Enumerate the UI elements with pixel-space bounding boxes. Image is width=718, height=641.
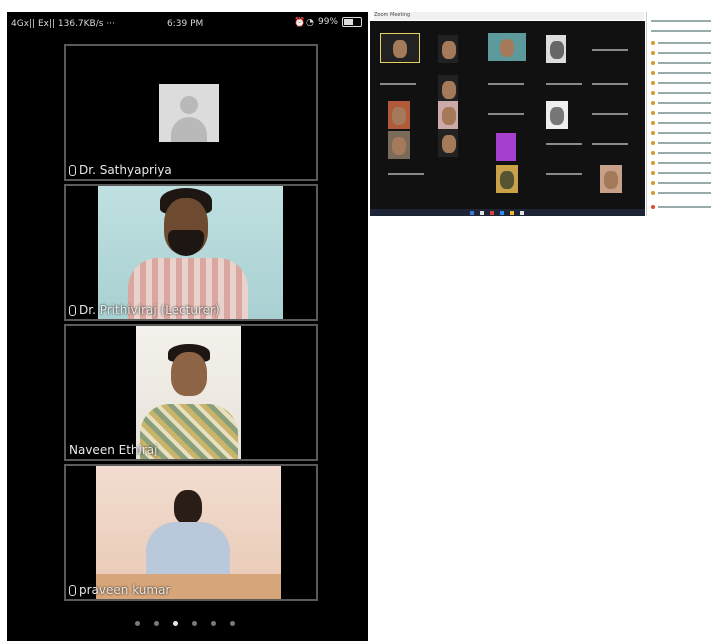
gallery-thumbnail[interactable] bbox=[496, 133, 516, 161]
phone-meeting-screen: 4Gx|| Ex|| 136.7KB/s ··· 6:39 PM ⏰ ◔ 99%… bbox=[7, 12, 368, 641]
page-dot-active[interactable] bbox=[173, 621, 178, 626]
app-icon[interactable] bbox=[510, 211, 514, 215]
network-status: 4Gx|| Ex|| 136.7KB/s ··· bbox=[11, 19, 115, 29]
gallery-thumbnail[interactable] bbox=[380, 33, 420, 63]
participant-list-item[interactable] bbox=[651, 50, 711, 55]
mic-icon bbox=[69, 164, 76, 176]
alarm-icon: ⏰ bbox=[293, 18, 306, 28]
participant-name: praveen kumar bbox=[69, 583, 170, 597]
participant-list-item[interactable] bbox=[651, 204, 711, 209]
participant-name: Dr. Sathyapriya bbox=[69, 163, 172, 177]
page-dot[interactable] bbox=[192, 621, 197, 626]
gallery-thumbnail[interactable] bbox=[496, 165, 518, 193]
status-time: 6:39 PM bbox=[167, 19, 204, 29]
participant-list-item[interactable] bbox=[651, 100, 711, 105]
page-dot[interactable] bbox=[211, 621, 216, 626]
video-feed bbox=[136, 326, 241, 459]
gallery-thumbnail[interactable] bbox=[488, 33, 526, 61]
participant-tile[interactable]: praveen kumar bbox=[64, 464, 318, 601]
participant-tile[interactable]: Dr. Sathyapriya bbox=[64, 44, 318, 181]
window-title: Zoom Meeting bbox=[374, 12, 644, 20]
gallery-thumbnail[interactable] bbox=[438, 101, 458, 129]
mic-icon bbox=[69, 304, 76, 316]
participant-tile[interactable]: Naveen Ethiraj bbox=[64, 324, 318, 461]
gallery-thumbnail[interactable] bbox=[438, 35, 458, 63]
gallery-thumbnail[interactable] bbox=[438, 75, 458, 103]
participant-list-item[interactable] bbox=[651, 190, 711, 195]
status-bar: 4Gx|| Ex|| 136.7KB/s ··· 6:39 PM ⏰ ◔ 99% bbox=[7, 12, 368, 36]
participant-list-item[interactable] bbox=[651, 60, 711, 65]
participant-list-item[interactable] bbox=[651, 120, 711, 125]
app-icon[interactable] bbox=[480, 211, 484, 215]
participant-name: Dr. Prithiviraj (Lecturer) bbox=[69, 303, 220, 317]
status-icons: ⏰ ◔ 99% bbox=[293, 17, 362, 28]
taskbar bbox=[370, 209, 645, 216]
participant-name: Naveen Ethiraj bbox=[69, 443, 158, 457]
video-feed bbox=[96, 466, 281, 599]
participant-list-item[interactable] bbox=[651, 160, 711, 165]
gallery-thumbnail[interactable] bbox=[388, 101, 410, 129]
app-icon[interactable] bbox=[490, 211, 494, 215]
gallery-thumbnail[interactable] bbox=[388, 131, 410, 159]
gallery-thumbnail[interactable] bbox=[592, 49, 628, 51]
app-icon[interactable] bbox=[470, 211, 474, 215]
gallery-view bbox=[370, 21, 645, 216]
participant-list-item[interactable] bbox=[651, 130, 711, 135]
participants-panel bbox=[646, 12, 718, 216]
app-icon[interactable] bbox=[500, 211, 504, 215]
wifi-icon: ◔ bbox=[305, 18, 314, 28]
mic-icon bbox=[69, 584, 76, 596]
participant-tile[interactable]: Dr. Prithiviraj (Lecturer) bbox=[64, 184, 318, 321]
participant-list-item[interactable] bbox=[651, 170, 711, 175]
battery-percent: 99% bbox=[317, 17, 338, 27]
participant-list-item[interactable] bbox=[651, 70, 711, 75]
participant-list-item[interactable] bbox=[651, 180, 711, 185]
participant-list-item[interactable] bbox=[651, 110, 711, 115]
battery-icon bbox=[342, 17, 362, 27]
desktop-meeting-screen: Zoom Meeting bbox=[370, 12, 718, 216]
participant-list-item[interactable] bbox=[651, 150, 711, 155]
video-feed bbox=[98, 186, 283, 319]
page-dot[interactable] bbox=[230, 621, 235, 626]
gallery-thumbnail[interactable] bbox=[546, 101, 568, 129]
participant-list-item[interactable] bbox=[651, 140, 711, 145]
page-dot[interactable] bbox=[154, 621, 159, 626]
gallery-thumbnail[interactable] bbox=[546, 35, 566, 63]
app-icon[interactable] bbox=[520, 211, 524, 215]
page-dot[interactable] bbox=[135, 621, 140, 626]
participant-list-item[interactable] bbox=[651, 90, 711, 95]
gallery-thumbnail[interactable] bbox=[600, 165, 622, 193]
participant-list-item[interactable] bbox=[651, 40, 711, 45]
participant-list-item[interactable] bbox=[651, 80, 711, 85]
page-indicator[interactable] bbox=[135, 621, 235, 626]
avatar bbox=[159, 84, 219, 142]
gallery-thumbnail[interactable] bbox=[438, 129, 458, 157]
